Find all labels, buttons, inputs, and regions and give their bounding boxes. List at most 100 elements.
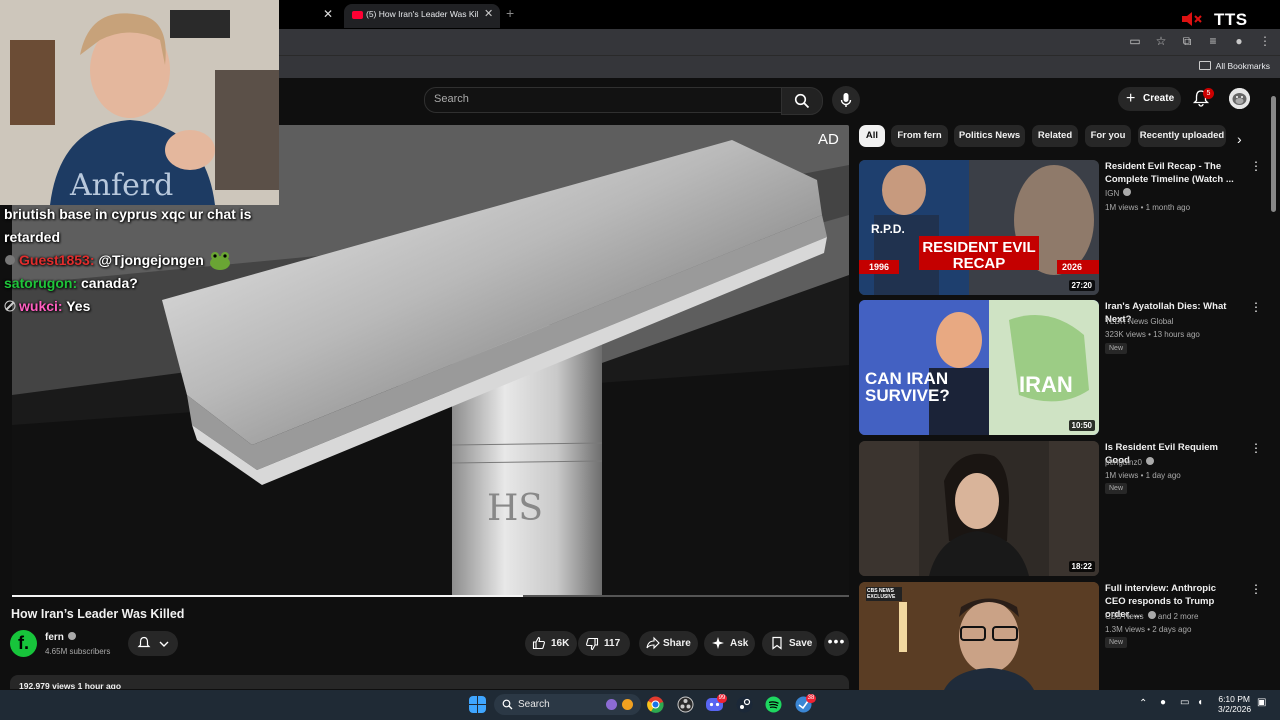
video-duration: 18:22 bbox=[1068, 561, 1095, 572]
rec-channel[interactable]: penguinz0 bbox=[1105, 456, 1154, 469]
widget-icon bbox=[622, 699, 633, 710]
rec-meta: 1M views • 1 day ago bbox=[1105, 471, 1181, 480]
star-icon[interactable]: ☆ bbox=[1154, 34, 1168, 48]
share-arrow-icon bbox=[646, 636, 660, 650]
windows-start-icon[interactable] bbox=[469, 696, 486, 713]
new-badge: New bbox=[1105, 637, 1128, 648]
thumbs-down-icon bbox=[586, 637, 599, 651]
chip-related[interactable]: Related bbox=[1032, 125, 1078, 147]
taskbar-search-label: Search bbox=[518, 699, 550, 710]
browser-tab-active[interactable]: (5) How Iran's Leader Was Killed ✕ bbox=[344, 4, 500, 28]
dislike-count: 117 bbox=[604, 638, 621, 649]
network-icon[interactable]: ▭ bbox=[1180, 697, 1189, 708]
spotify-icon[interactable] bbox=[765, 696, 782, 713]
cast-icon[interactable]: ▭ bbox=[1128, 34, 1142, 48]
close-tab-icon[interactable]: ✕ bbox=[323, 7, 333, 21]
like-button[interactable]: 16K bbox=[525, 631, 577, 656]
create-button[interactable]: + Create bbox=[1118, 87, 1181, 111]
chat-username: satorugon: bbox=[4, 275, 78, 291]
chip-all[interactable]: All bbox=[859, 125, 885, 147]
more-vertical-icon[interactable]: ⋮ bbox=[1250, 583, 1262, 595]
new-tab-icon[interactable]: + bbox=[506, 5, 514, 21]
share-button[interactable]: Share bbox=[639, 631, 698, 656]
more-vertical-icon[interactable]: ⋮ bbox=[1250, 160, 1262, 172]
chat-username: Guest1853: bbox=[19, 252, 95, 268]
obs-icon[interactable] bbox=[677, 696, 694, 713]
thumbs-up-icon bbox=[532, 636, 545, 650]
rec-channel[interactable]: TLDR News Global bbox=[1105, 315, 1173, 328]
rec-channel-name: penguinz0 bbox=[1105, 458, 1142, 467]
rec-channel-extra: and 2 more bbox=[1157, 612, 1199, 621]
account-avatar[interactable] bbox=[1229, 88, 1250, 109]
all-bookmarks-link[interactable]: All Bookmarks bbox=[1198, 61, 1270, 71]
save-button[interactable]: Save bbox=[762, 631, 817, 656]
folder-icon bbox=[1198, 61, 1211, 70]
rec-meta: 323K views • 13 hours ago bbox=[1105, 330, 1200, 339]
extensions-icon[interactable]: ⧉ bbox=[1180, 34, 1194, 48]
stream-chat-overlay: briutish base in cyprus xqc ur chat is r… bbox=[4, 203, 274, 318]
profile-icon[interactable]: ● bbox=[1232, 34, 1246, 48]
tab-title: (5) How Iran's Leader Was Killed bbox=[366, 9, 478, 19]
steam-icon[interactable] bbox=[736, 696, 753, 713]
notification-count-badge: 5 bbox=[1203, 88, 1214, 99]
volume-icon[interactable]: ◖ bbox=[1197, 697, 1203, 708]
app-badge: 38 bbox=[806, 694, 816, 703]
new-badge: New bbox=[1105, 343, 1128, 354]
chip-recently-uploaded[interactable]: Recently uploaded bbox=[1138, 125, 1226, 147]
chat-text: Yes bbox=[66, 298, 91, 314]
share-label: Share bbox=[663, 638, 691, 649]
chat-message: wukci: Yes bbox=[4, 295, 274, 318]
voice-search-button[interactable] bbox=[832, 86, 860, 114]
rec-channel[interactable]: IGN bbox=[1105, 187, 1132, 200]
chat-username: wukci: bbox=[19, 298, 63, 314]
more-vertical-icon[interactable]: ⋮ bbox=[1250, 301, 1262, 313]
tts-label: TTS bbox=[1214, 10, 1248, 29]
chip-from-fern[interactable]: From fern bbox=[891, 125, 948, 147]
verified-icon bbox=[1145, 457, 1154, 465]
chevron-right-icon[interactable]: › bbox=[1237, 131, 1242, 147]
search-icon bbox=[794, 93, 810, 109]
taskbar-search[interactable]: Search bbox=[494, 694, 641, 715]
chevron-down-icon bbox=[159, 641, 169, 647]
notification-center-icon[interactable]: ▣ bbox=[1257, 697, 1266, 708]
menu-icon[interactable]: ⋮ bbox=[1258, 34, 1272, 48]
search-input[interactable]: Search bbox=[424, 87, 782, 113]
rec-thumbnail[interactable]: 18:22 bbox=[859, 441, 1099, 576]
verified-icon bbox=[1123, 188, 1132, 196]
channel-name-link[interactable]: fern bbox=[45, 632, 76, 643]
frog-emote-icon bbox=[209, 252, 230, 270]
thumbnail-image bbox=[859, 441, 1099, 576]
microphone-icon bbox=[840, 93, 852, 107]
video-duration: 27:20 bbox=[1068, 280, 1095, 291]
dislike-button[interactable]: 117 bbox=[578, 631, 630, 656]
chip-for-you[interactable]: For you bbox=[1085, 125, 1131, 147]
rec-title[interactable]: Resident Evil Recap - The Complete Timel… bbox=[1105, 160, 1235, 186]
rec-thumbnail[interactable]: CAN IRAN SURVIVE? IRAN 10:50 bbox=[859, 300, 1099, 435]
search-button[interactable] bbox=[781, 87, 823, 115]
media-icon[interactable]: ≡ bbox=[1206, 34, 1220, 48]
page-scrollbar[interactable] bbox=[1271, 96, 1276, 212]
chip-politics-news[interactable]: Politics News bbox=[954, 125, 1025, 147]
microphone-icon[interactable]: ● bbox=[1160, 697, 1166, 708]
gorilla-avatar-icon bbox=[1229, 88, 1250, 109]
channel-avatar[interactable]: f. bbox=[10, 630, 37, 657]
clock-time: 6:10 PM bbox=[1218, 694, 1250, 704]
chrome-icon[interactable] bbox=[647, 696, 664, 713]
subscription-bell-button[interactable] bbox=[128, 631, 178, 656]
more-vertical-icon[interactable]: ⋮ bbox=[1250, 442, 1262, 454]
rec-thumbnail[interactable]: R.P.D. RESIDENT EVIL RECAP 1996 2026 27:… bbox=[859, 160, 1099, 295]
youtube-favicon-icon bbox=[352, 11, 363, 19]
taskbar-clock[interactable]: 6:10 PM 3/2/2026 bbox=[1218, 694, 1251, 714]
thumb-headline: RESIDENT EVIL RECAP bbox=[922, 239, 1036, 272]
rec-thumbnail[interactable]: CBS NEWS EXCLUSIVE bbox=[859, 582, 1099, 690]
thumb-headline: CAN IRAN SURVIVE? bbox=[865, 369, 950, 405]
description-box[interactable]: 192,979 views 1 hour ago bbox=[10, 675, 849, 689]
address-bar[interactable]: ▭ ☆ ⧉ ≡ ● ⋮ bbox=[279, 29, 1280, 55]
ask-button[interactable]: Ask bbox=[704, 631, 755, 656]
close-tab-icon[interactable]: ✕ bbox=[484, 7, 493, 20]
rec-channel[interactable]: CBS News and 2 more bbox=[1105, 610, 1198, 623]
chevron-up-icon[interactable]: ⌃ bbox=[1139, 698, 1147, 709]
svg-text:HS: HS bbox=[487, 488, 543, 529]
thumbnail-image bbox=[859, 300, 1099, 435]
more-actions-button[interactable]: ••• bbox=[824, 631, 849, 656]
